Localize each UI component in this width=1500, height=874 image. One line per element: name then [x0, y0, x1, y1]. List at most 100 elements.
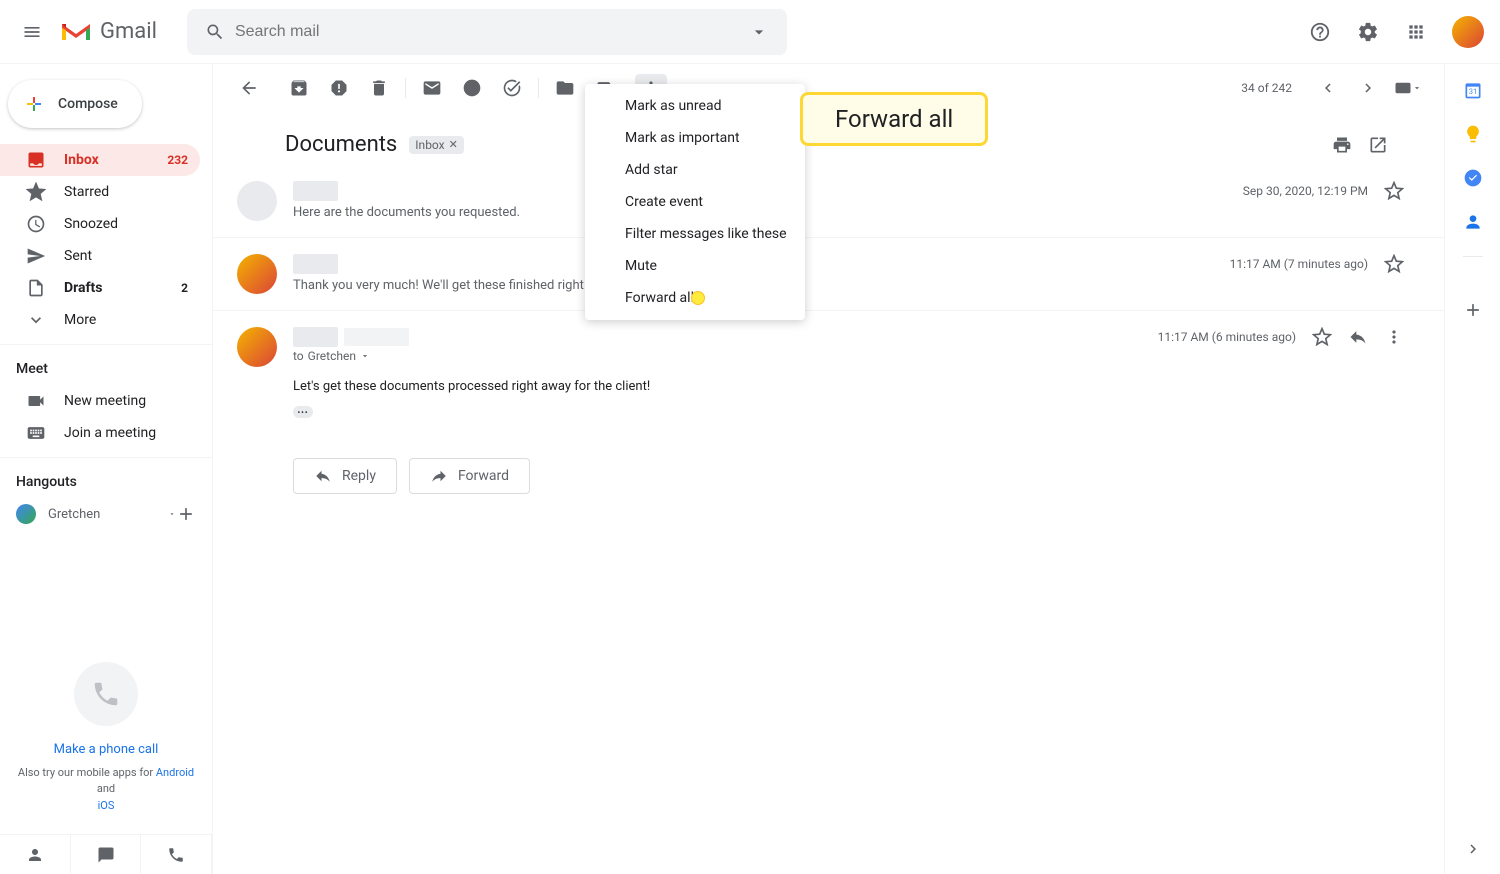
menu-filter-messages[interactable]: Filter messages like these	[585, 218, 805, 250]
star-outline-icon[interactable]	[1312, 327, 1332, 347]
gmail-logo[interactable]: Gmail	[60, 19, 157, 44]
tasks-addon[interactable]	[1463, 168, 1483, 188]
nav-drafts[interactable]: Drafts 2	[0, 272, 200, 304]
contacts-addon[interactable]	[1463, 212, 1483, 232]
snooze-icon	[462, 78, 482, 98]
input-tools-button[interactable]	[1388, 68, 1428, 108]
nav-label: More	[64, 312, 188, 328]
open-new-window-button[interactable]	[1368, 135, 1388, 155]
caret-down-icon	[360, 351, 370, 361]
mark-unread-button[interactable]	[422, 78, 442, 98]
archive-button[interactable]	[289, 78, 309, 98]
reply-icon	[314, 467, 332, 485]
hangouts-avatar	[16, 504, 36, 524]
search-options-button[interactable]	[739, 12, 779, 52]
caret-down-icon	[749, 22, 769, 42]
star-outline-icon[interactable]	[1384, 181, 1404, 201]
print-button[interactable]	[1332, 135, 1352, 155]
sender-avatar[interactable]	[237, 327, 277, 367]
android-link[interactable]: Android	[156, 766, 194, 779]
star-outline-icon[interactable]	[1384, 254, 1404, 274]
chevron-down-icon	[26, 310, 46, 330]
message-timestamp: 11:17 AM (7 minutes ago)	[1230, 257, 1368, 271]
plus-icon[interactable]	[176, 504, 196, 524]
nav-label: Inbox	[64, 152, 167, 168]
nav-snoozed[interactable]: Snoozed	[0, 208, 200, 240]
message-collapsed[interactable]: Sep 30, 2020, 12:19 PM Here are the docu…	[213, 165, 1444, 238]
keyboard-icon	[26, 423, 46, 443]
archive-icon	[289, 78, 309, 98]
send-icon	[26, 246, 46, 266]
menu-forward-all[interactable]: Forward all	[585, 282, 805, 314]
search-button[interactable]	[195, 12, 235, 52]
message-recipients[interactable]: to Gretchen	[293, 349, 1404, 363]
nav-list: Inbox 232 Starred Snoozed Sent Drafts 2	[0, 144, 212, 336]
meet-section: Meet New meeting Join a meeting	[0, 344, 212, 449]
settings-button[interactable]	[1348, 12, 1388, 52]
ios-link[interactable]: iOS	[98, 799, 115, 812]
sidebar-bottom: Make a phone call Also try our mobile ap…	[0, 642, 212, 835]
nav-sent[interactable]: Sent	[0, 240, 200, 272]
older-button[interactable]	[1348, 68, 1388, 108]
meet-new-meeting[interactable]: New meeting	[0, 385, 200, 417]
spam-button[interactable]	[329, 78, 349, 98]
hangouts-user-row[interactable]: Gretchen	[0, 498, 212, 530]
nav-label: New meeting	[64, 393, 188, 409]
meet-join-meeting[interactable]: Join a meeting	[0, 417, 200, 449]
more-vert-icon[interactable]	[1384, 327, 1404, 347]
chat-icon	[97, 846, 115, 864]
chevron-left-icon	[1319, 79, 1337, 97]
reply-button[interactable]: Reply	[293, 458, 397, 494]
mail-icon	[422, 78, 442, 98]
support-button[interactable]	[1300, 12, 1340, 52]
nav-more[interactable]: More	[0, 304, 200, 336]
menu-mute[interactable]: Mute	[585, 250, 805, 282]
remove-label-icon[interactable]: ✕	[449, 138, 458, 151]
hangouts-tab[interactable]	[0, 835, 71, 874]
nav-inbox[interactable]: Inbox 232	[0, 144, 200, 176]
reply-icon[interactable]	[1348, 327, 1368, 347]
delete-button[interactable]	[369, 78, 389, 98]
get-addons[interactable]	[1463, 300, 1483, 320]
show-trimmed-button[interactable]: •••	[293, 406, 313, 418]
inbox-icon	[26, 150, 46, 170]
collapse-panel-button[interactable]	[1464, 840, 1482, 858]
account-avatar[interactable]	[1452, 16, 1484, 48]
gear-icon	[1357, 21, 1379, 43]
main-menu-button[interactable]	[8, 8, 56, 56]
back-button[interactable]	[229, 68, 269, 108]
sidebar-bottom-tabs	[0, 834, 212, 874]
phone-call-link[interactable]: Make a phone call	[16, 742, 196, 757]
forward-icon	[430, 467, 448, 485]
newer-button[interactable]	[1308, 68, 1348, 108]
snooze-button[interactable]	[462, 78, 482, 98]
chat-tab[interactable]	[71, 835, 142, 874]
nav-label: Starred	[64, 184, 188, 200]
hangouts-section: Hangouts Gretchen	[0, 457, 212, 530]
menu-mark-unread[interactable]: Mark as unread	[585, 90, 805, 122]
nav-starred[interactable]: Starred	[0, 176, 200, 208]
calendar-addon[interactable]: 31	[1463, 80, 1483, 100]
plus-icon	[1463, 300, 1483, 320]
forward-button[interactable]: Forward	[409, 458, 530, 494]
apps-button[interactable]	[1396, 12, 1436, 52]
sender-name-redacted	[293, 181, 338, 201]
search-input[interactable]	[235, 23, 739, 41]
main-content: 34 of 242 Documents Inbox ✕	[212, 64, 1444, 874]
inbox-label-chip[interactable]: Inbox ✕	[409, 136, 464, 154]
menu-mark-important[interactable]: Mark as important	[585, 122, 805, 154]
message-expanded: 11:17 AM (6 minutes ago) to Gretchen Let…	[213, 311, 1444, 442]
move-to-button[interactable]	[555, 78, 575, 98]
message-collapsed[interactable]: 11:17 AM (7 minutes ago) Thank you very …	[213, 238, 1444, 311]
contacts-icon	[1463, 212, 1483, 232]
print-icon	[1332, 135, 1352, 155]
add-task-button[interactable]	[502, 78, 522, 98]
message-body: Let's get these documents processed righ…	[293, 379, 1404, 394]
menu-create-event[interactable]: Create event	[585, 186, 805, 218]
keep-addon[interactable]	[1463, 124, 1483, 144]
compose-button[interactable]: Compose	[8, 80, 142, 128]
meet-header: Meet	[0, 353, 212, 385]
menu-add-star[interactable]: Add star	[585, 154, 805, 186]
phone-tab[interactable]	[141, 835, 212, 874]
nav-label: Join a meeting	[64, 425, 188, 441]
